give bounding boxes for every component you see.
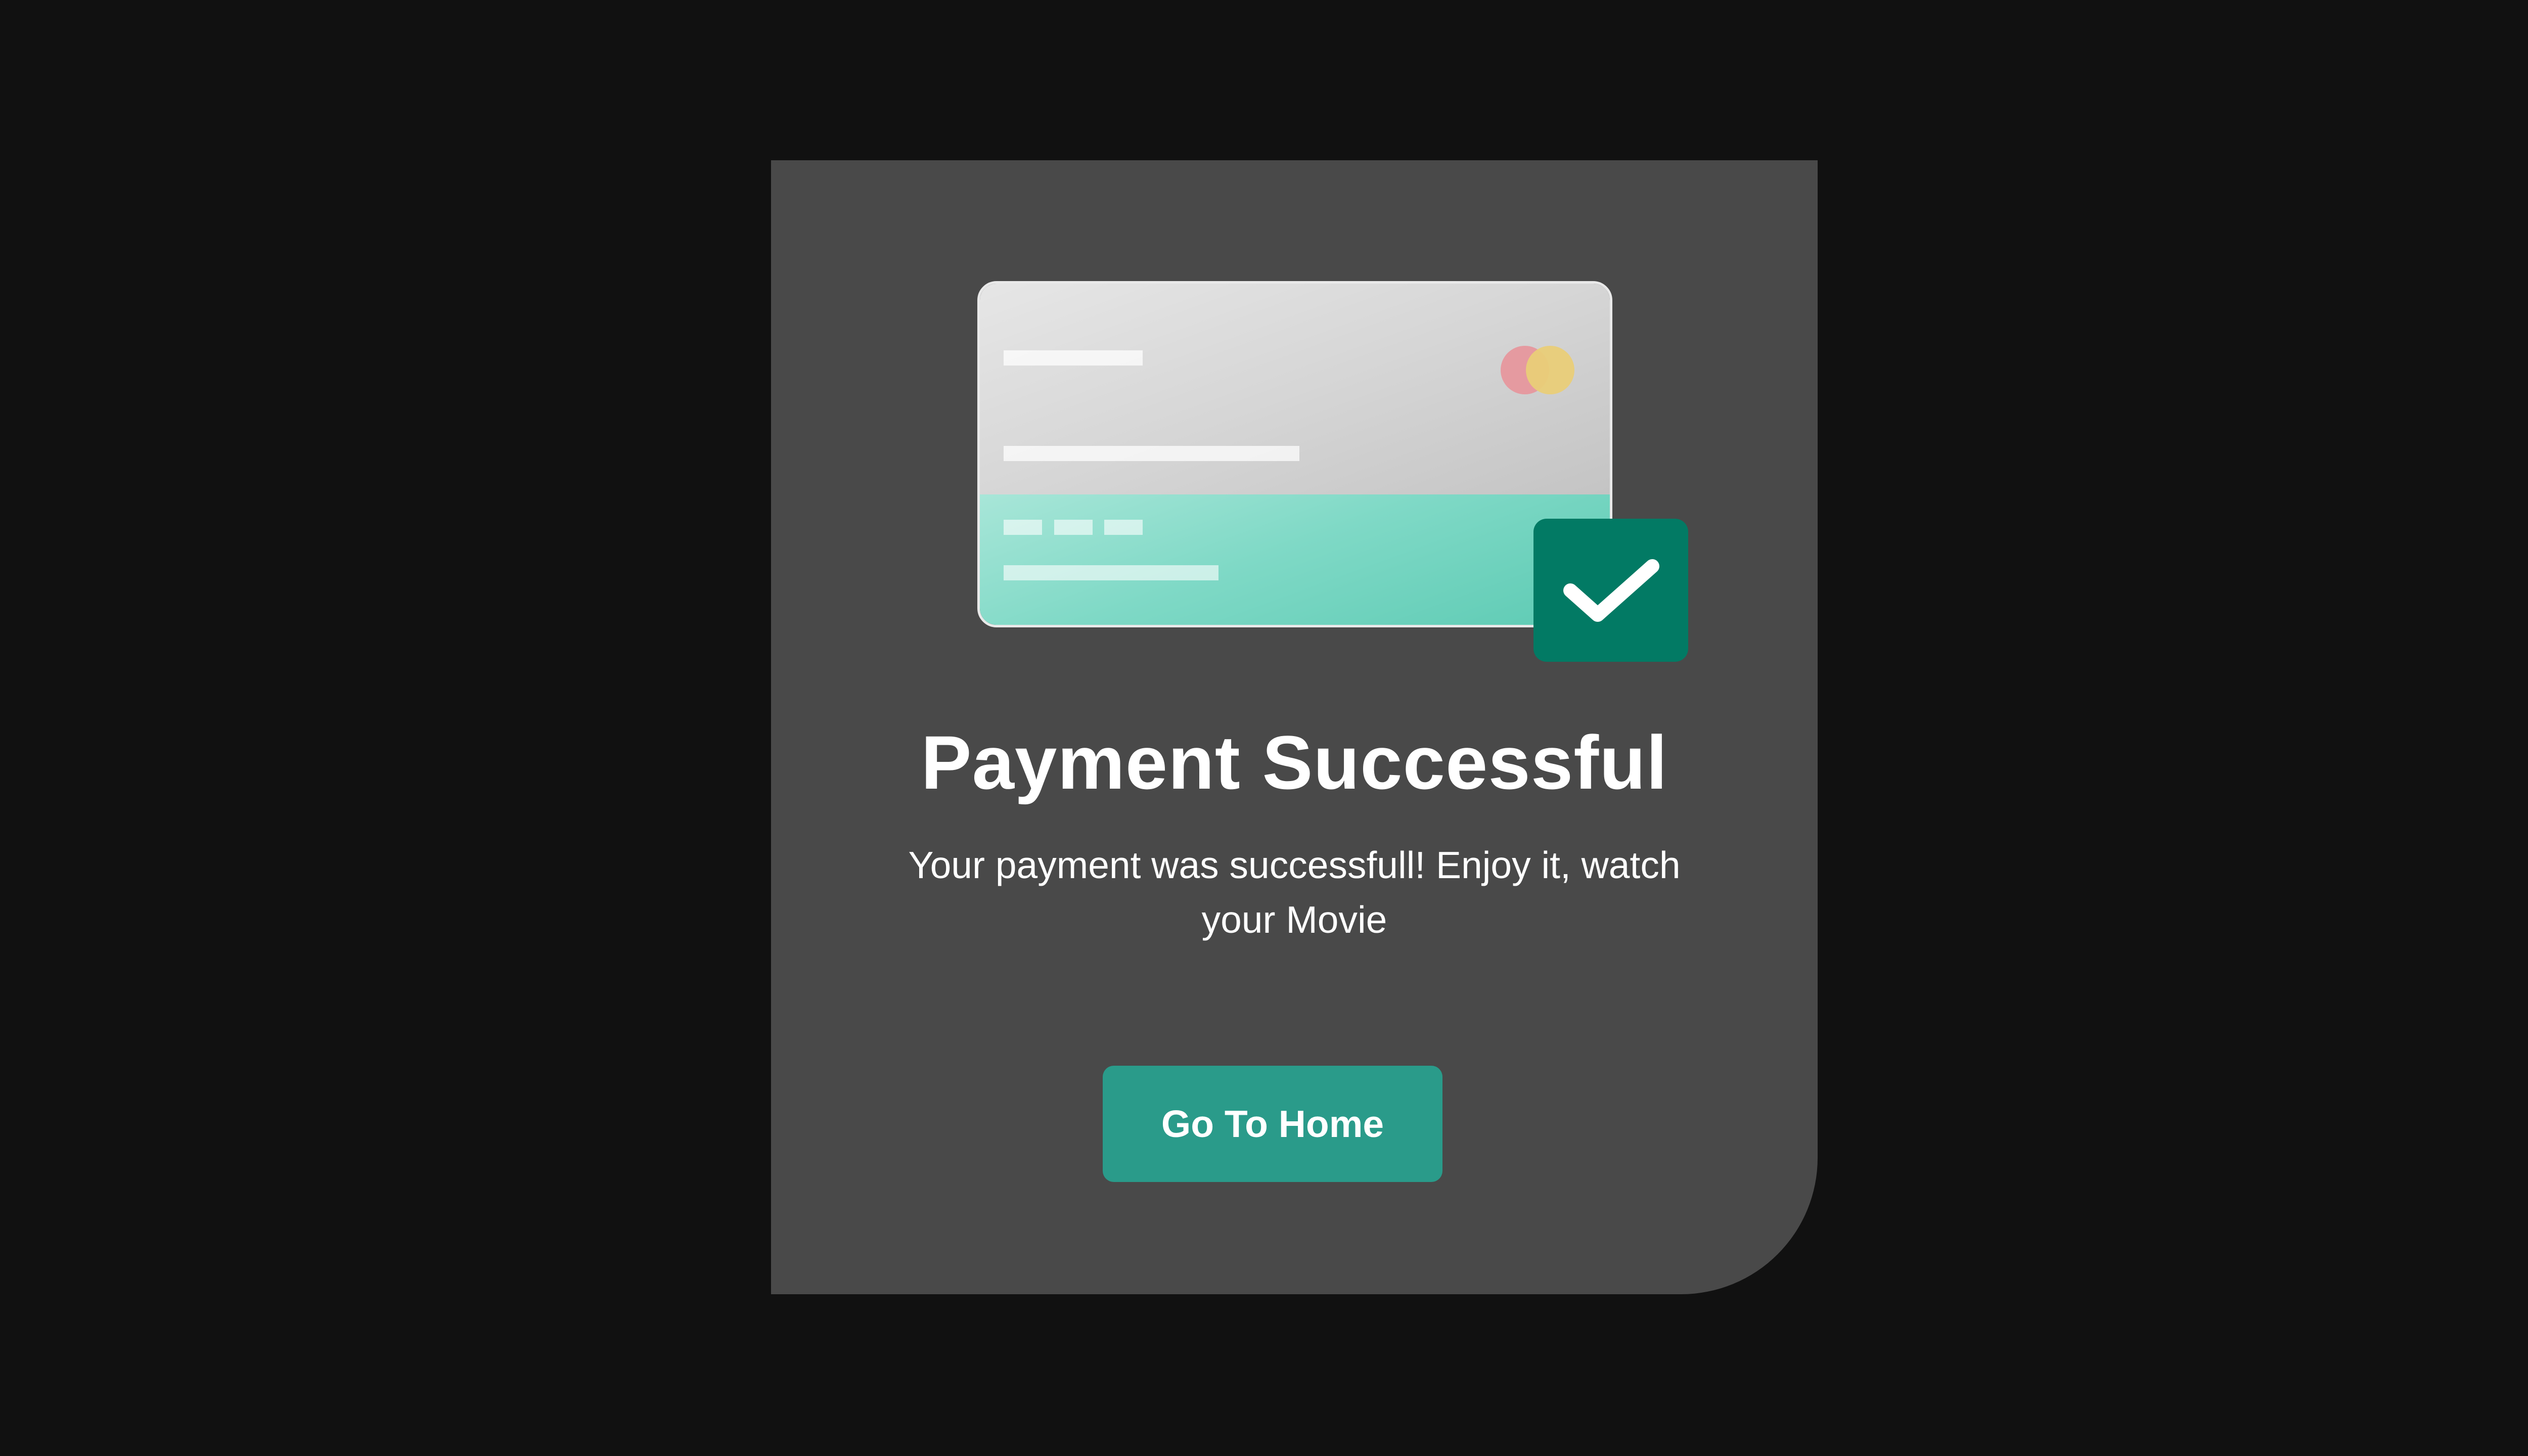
go-to-home-button[interactable]: Go To Home [1103,1066,1442,1182]
credit-card-illustration [977,281,1688,665]
card-placeholder-line [1004,520,1042,535]
checkmark-icon [1563,559,1659,622]
card-placeholder-line [1104,520,1143,535]
payment-success-dialog: Payment Successful Your payment was succ… [771,160,1818,1294]
card-placeholder-line [1004,446,1299,461]
card-placeholder-line [1004,350,1143,366]
checkmark-badge [1533,519,1688,662]
card-placeholder-line [1054,520,1093,535]
card-brand-logo-icon [1501,346,1576,396]
dialog-message: Your payment was successfull! Enjoy it, … [908,844,1681,941]
card-placeholder-line [1004,565,1218,580]
dialog-title: Payment Successful [921,720,1668,805]
card-bottom-section [980,494,1610,625]
credit-card-icon [977,281,1612,627]
